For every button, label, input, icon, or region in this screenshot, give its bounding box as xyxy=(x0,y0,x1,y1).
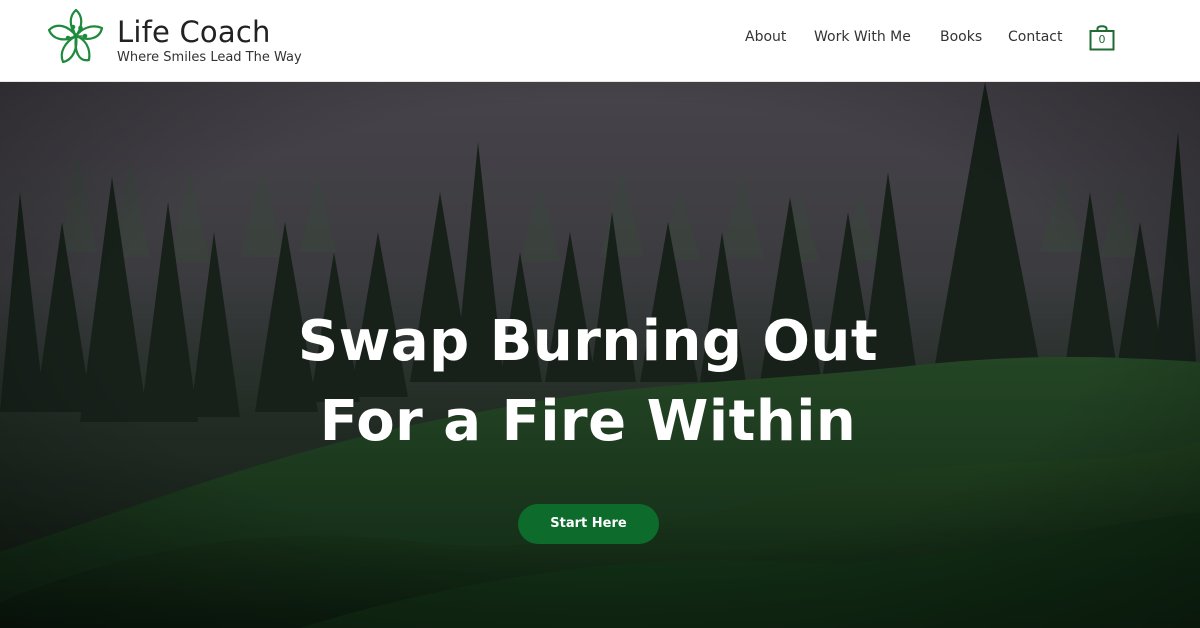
nav-link-about[interactable]: About xyxy=(745,29,786,45)
cart-button[interactable]: 0 xyxy=(1089,23,1115,51)
cart-count: 0 xyxy=(1098,33,1106,46)
nav-link-contact[interactable]: Contact xyxy=(1008,29,1062,45)
start-here-button[interactable]: Start Here xyxy=(518,504,659,544)
main-navigation: About Work With Me Books Contact xyxy=(0,29,1200,49)
nav-link-books[interactable]: Books xyxy=(940,29,982,45)
hero-headline-line-1: Swap Burning Out xyxy=(297,309,879,374)
site-header: Life Coach Where Smiles Lead The Way Abo… xyxy=(0,0,1200,82)
nav-link-work-with-me[interactable]: Work With Me xyxy=(814,29,911,45)
hero-headline-line-2: For a Fire Within xyxy=(319,389,857,454)
site-tagline: Where Smiles Lead The Way xyxy=(117,50,302,65)
hero-section: Swap Burning Out For a Fire Within Start… xyxy=(0,82,1200,628)
